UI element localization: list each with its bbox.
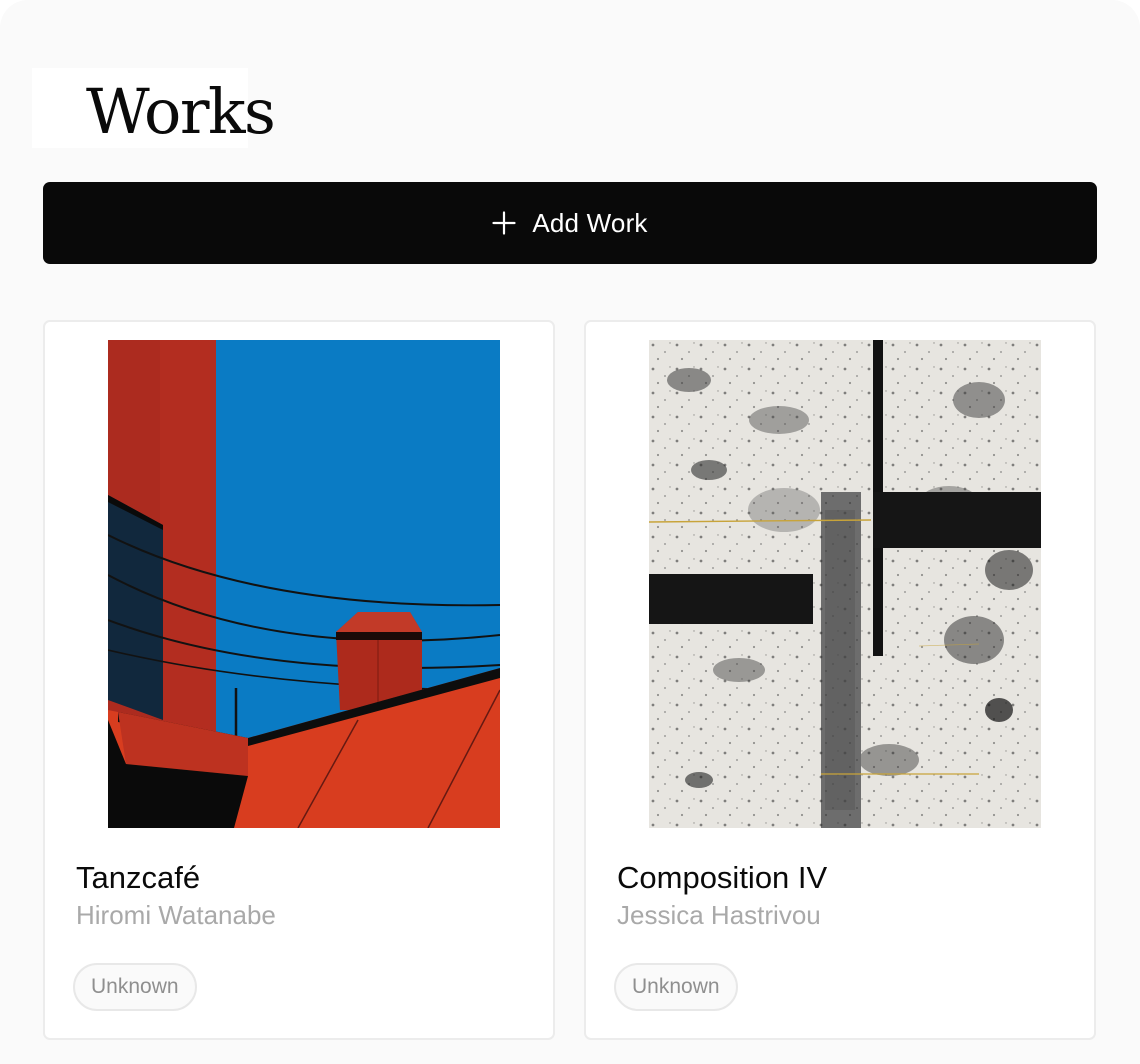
work-card[interactable]: Composition IV Jessica Hastrivou Unknown [584,320,1096,1040]
artwork-image[interactable] [649,340,1041,828]
work-artist: Jessica Hastrivou [617,900,821,930]
works-page: Works Add Work Tanzcafé Hiromi Watanabe … [0,0,1140,1064]
plus-icon [492,211,516,235]
work-card[interactable]: Tanzcafé Hiromi Watanabe Unknown [43,320,555,1040]
artwork-image[interactable] [108,340,500,828]
work-title: Tanzcafé [76,860,201,895]
status-badge: Unknown [73,963,197,1011]
work-title: Composition IV [617,860,828,895]
work-artist: Hiromi Watanabe [76,900,276,930]
add-work-label: Add Work [532,207,648,238]
page-title: Works [86,75,276,148]
add-work-button[interactable]: Add Work [43,182,1097,264]
status-badge: Unknown [614,963,738,1011]
